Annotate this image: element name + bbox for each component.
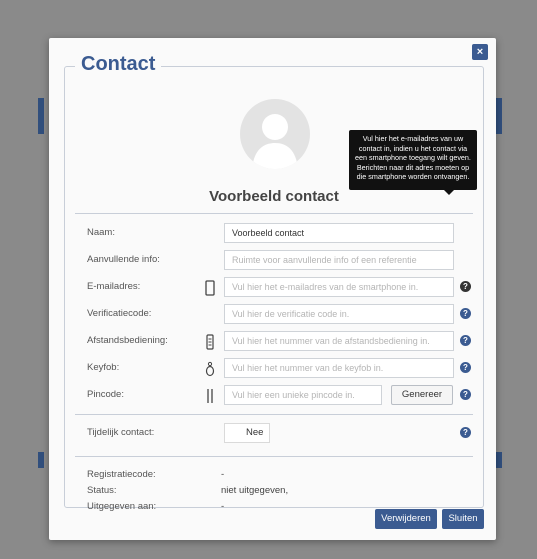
contact-name: Voorbeeld contact [209,188,339,205]
help-icon[interactable]: ? [460,281,471,292]
keyfob-label: Keyfob: [87,362,120,373]
tijdelijk-contact-label: Tijdelijk contact: [87,427,155,438]
divider [75,213,473,214]
background-panel-edge [38,452,44,468]
divider [75,414,473,415]
background-panel-edge [496,452,502,468]
user-avatar-icon [252,114,298,169]
toggle-knob [225,424,243,442]
close-icon[interactable]: × [472,44,488,60]
background-panel-edge [38,98,44,134]
pincode-label: Pincode: [87,389,124,400]
naam-input[interactable] [224,223,454,243]
keypad-icon [207,389,213,403]
verificatiecode-input[interactable] [224,304,454,324]
help-icon[interactable]: ? [460,362,471,373]
row-emailadres: E-mailadres: ? [65,277,483,299]
keyfob-icon [205,361,215,377]
emailadres-input[interactable] [224,277,454,297]
row-verificatiecode: Verificatiecode: ? [65,304,483,326]
close-button[interactable]: Sluiten [442,509,484,529]
uitgegeven-aan-value: - [221,501,225,512]
verificatiecode-label: Verificatiecode: [87,308,152,319]
help-icon[interactable]: ? [460,389,471,400]
pincode-input[interactable] [224,385,382,405]
email-help-tooltip: Vul hier het e-mailadres van uw contact … [349,130,477,195]
generate-pincode-button[interactable]: Genereer [391,385,453,405]
tooltip-text: Vul hier het e-mailadres van uw contact … [355,134,471,182]
emailadres-label: E-mailadres: [87,281,141,292]
afstandsbediening-input[interactable] [224,331,454,351]
remote-icon [206,334,214,350]
registratiecode-value: - [221,469,225,480]
aanvullende-info-label: Aanvullende info: [87,254,160,265]
row-pincode: Pincode: Genereer ? [65,385,483,407]
status-label: Status: [87,485,117,496]
delete-button[interactable]: Verwijderen [375,509,437,529]
avatar [240,99,310,169]
status-value: niet uitgegeven, [221,485,289,496]
registratiecode-label: Registratiecode: [87,469,156,480]
smartphone-icon [205,280,215,296]
uitgegeven-aan-label: Uitgegeven aan: [87,501,157,512]
naam-label: Naam: [87,227,115,238]
keyfob-input[interactable] [224,358,454,378]
row-aanvullende-info: Aanvullende info: [65,250,483,272]
row-tijdelijk-contact: Tijdelijk contact: Nee ? [65,423,483,445]
contact-dialog: × Contact Voorbeeld contact Naam: Aanvul… [49,38,496,540]
help-icon[interactable]: ? [460,335,471,346]
tooltip-arrow [444,190,454,195]
row-afstandsbediening: Afstandsbediening: ? [65,331,483,353]
background-panel-edge [496,98,502,134]
aanvullende-info-input[interactable] [224,250,454,270]
row-keyfob: Keyfob: ? [65,358,483,380]
row-naam: Naam: [65,223,483,245]
toggle-state: Nee [246,427,264,438]
afstandsbediening-label: Afstandsbediening: [87,335,168,346]
divider [75,456,473,457]
tijdelijk-contact-toggle[interactable]: Nee [224,423,270,443]
help-icon[interactable]: ? [460,427,471,438]
dialog-title: Contact [75,53,162,76]
help-icon[interactable]: ? [460,308,471,319]
